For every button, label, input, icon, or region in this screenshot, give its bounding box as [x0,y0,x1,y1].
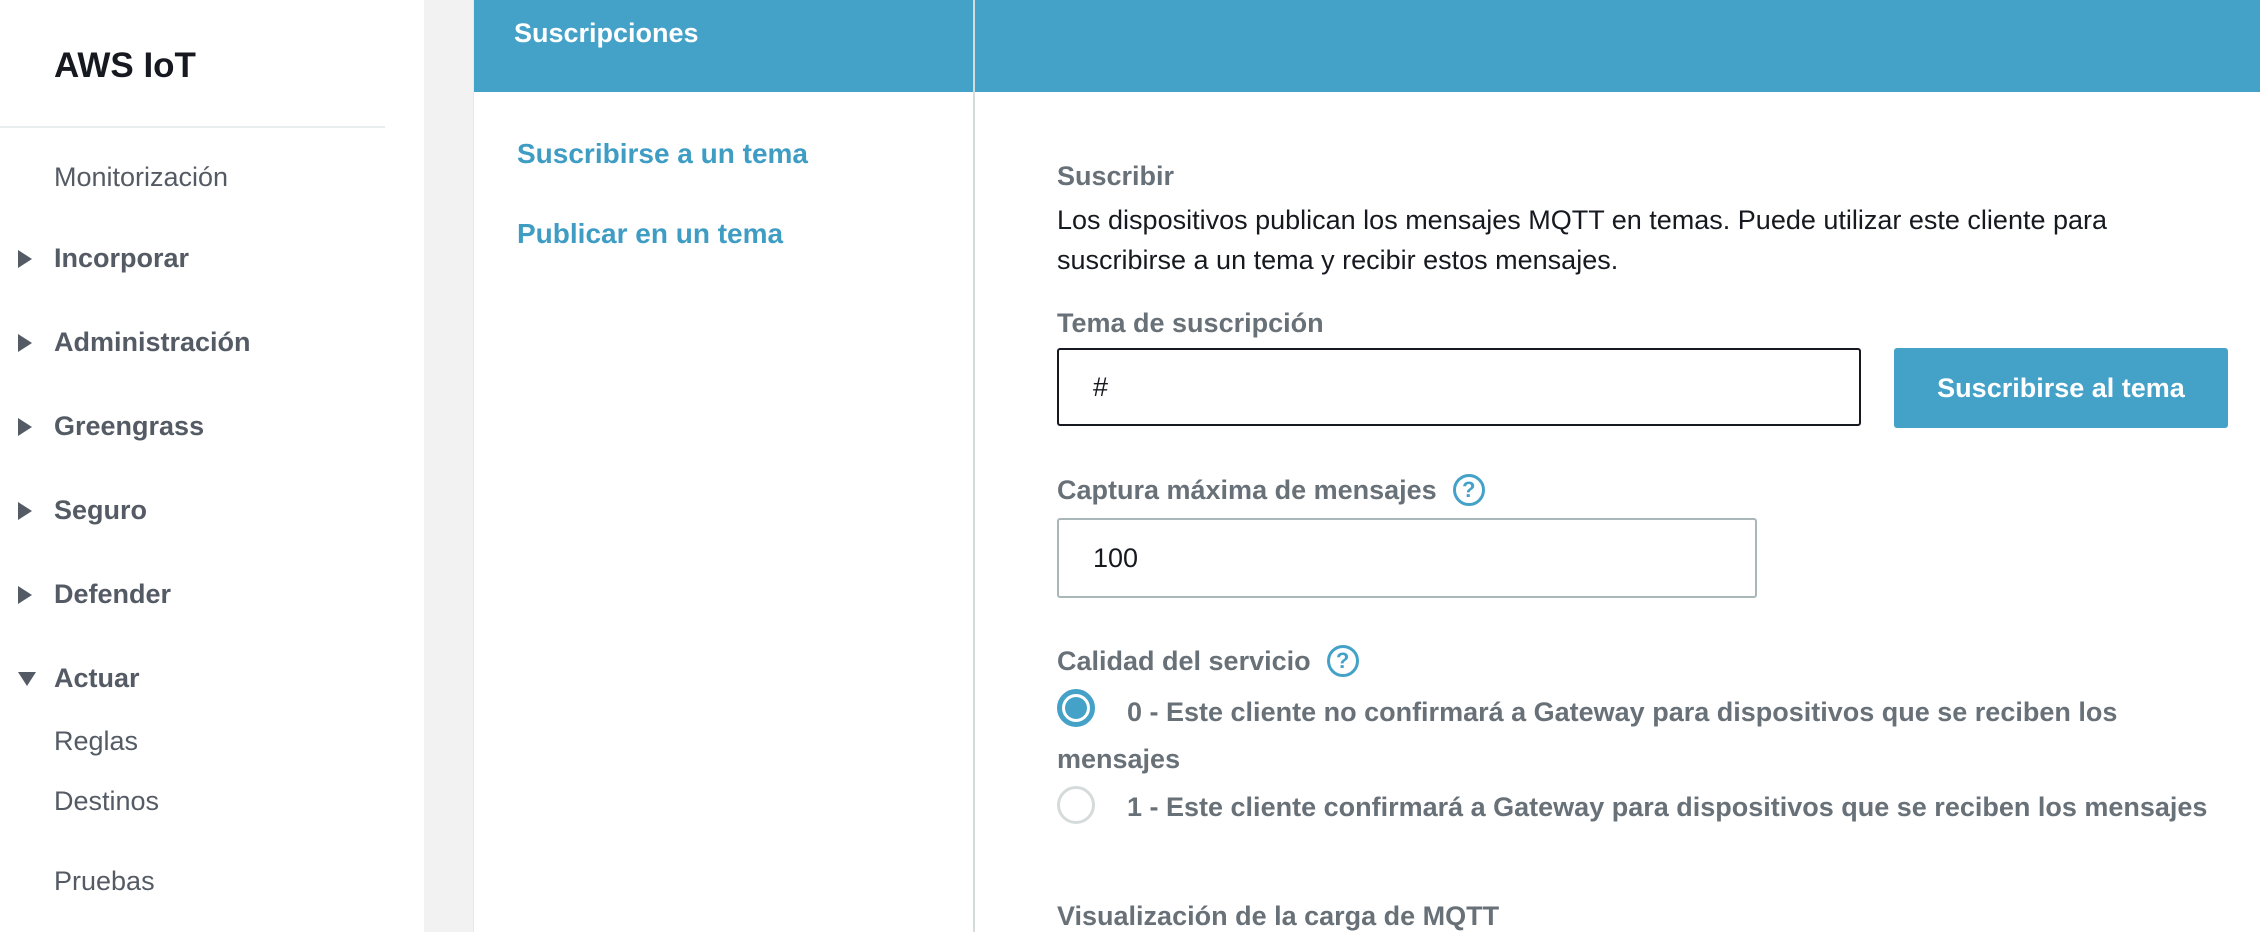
sidebar-item-label: Administración [54,327,251,357]
qos-label-row: Calidad del servicio ? [1057,645,1359,677]
help-icon[interactable]: ? [1452,474,1485,506]
max-capture-label: Captura máxima de mensajes [1057,474,1437,505]
divider [0,126,385,128]
caret-right-icon [18,249,32,268]
caret-down-icon [18,671,36,686]
caret-right-icon [18,501,32,520]
qos-0-label[interactable]: 0 - Este cliente no confirmará a Gateway… [1057,689,2247,783]
sidebar-item-pruebas[interactable]: Pruebas [54,866,155,897]
topic-input[interactable] [1057,348,1861,426]
sidebar-item-label: Defender [54,579,172,609]
sidebar-item-actuar[interactable]: Actuar [18,663,140,694]
qos-label: Calidad del servicio [1057,645,1311,676]
section-description: Los dispositivos publican los mensajes M… [1057,205,2108,275]
qos-1-label[interactable]: 1 - Este cliente confirmará a Gateway pa… [1057,784,2247,831]
sidebar-item-label: Actuar [54,663,140,693]
sidebar-item-label: Incorporar [54,243,190,273]
max-capture-label-row: Captura máxima de mensajes ? [1057,474,1485,506]
max-capture-input[interactable] [1057,518,1757,598]
sidebar: AWS IoT Monitorización Incorporar Admini… [0,0,424,932]
caret-right-icon [18,333,32,352]
sidebar-item-administracion[interactable]: Administración [18,327,251,358]
sidebar-item-reglas[interactable]: Reglas [54,726,138,757]
app-title: AWS IoT [54,46,196,85]
subscriptions-panel: Suscripciones Suscribirse a un tema Publ… [473,0,974,932]
sidebar-item-destinos[interactable]: Destinos [54,786,159,817]
subscribe-topic-link[interactable]: Suscribirse a un tema [517,138,808,170]
sidebar-item-seguro[interactable]: Seguro [18,495,147,526]
sidebar-item-incorporar[interactable]: Incorporar [18,243,189,274]
subscribe-button[interactable]: Suscribirse al tema [1894,348,2228,428]
caret-right-icon [18,585,32,604]
subscriptions-title: Suscripciones [514,18,699,48]
main-content: Suscribir Los dispositivos publican los … [975,0,2260,932]
caret-right-icon [18,417,32,436]
publish-topic-link[interactable]: Publicar en un tema [517,218,783,250]
sidebar-gutter [424,0,473,932]
section-title: Suscribir [1057,161,1175,191]
sidebar-item-label: Greengrass [54,411,205,441]
sidebar-item-greengrass[interactable]: Greengrass [18,411,204,442]
sidebar-item-defender[interactable]: Defender [18,579,171,610]
topic-label: Tema de suscripción [1057,308,1324,338]
main-header [975,0,2260,92]
sidebar-item-label: Seguro [54,495,148,525]
help-icon[interactable]: ? [1326,645,1359,677]
sidebar-item-monitorizacion[interactable]: Monitorización [54,162,228,193]
payload-display-label: Visualización de la carga de MQTT [1057,901,1500,931]
subscriptions-header: Suscripciones [474,0,974,92]
